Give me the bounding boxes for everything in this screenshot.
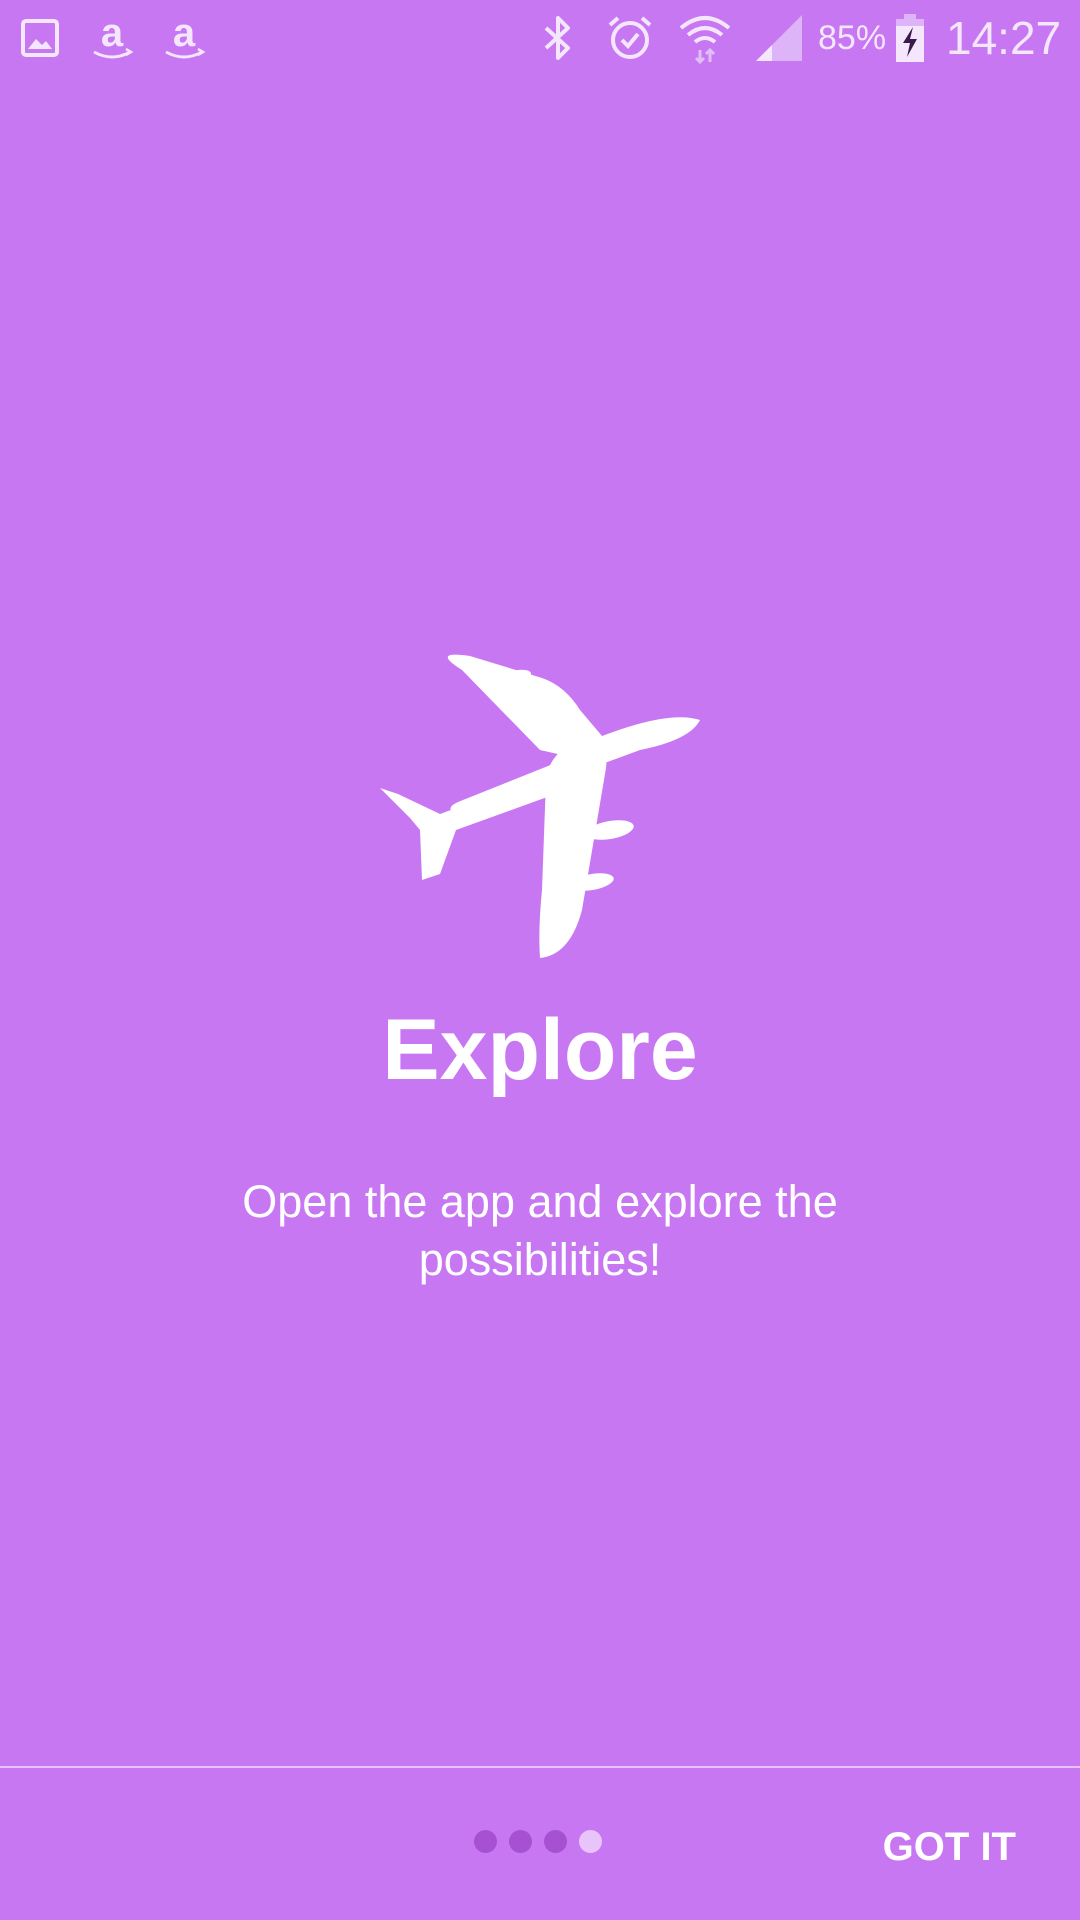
alarm-icon [604, 0, 656, 76]
amazon-icon: a [158, 0, 210, 76]
signal-icon [752, 0, 806, 76]
wifi-icon [676, 0, 734, 76]
svg-text:a: a [101, 12, 124, 55]
bluetooth-icon [536, 0, 580, 76]
clock-time: 14:27 [946, 12, 1062, 64]
svg-text:a: a [173, 12, 196, 55]
battery-percent: 85% [818, 19, 887, 57]
page-indicator [474, 1830, 602, 1854]
got-it-button[interactable]: GOT IT [867, 1812, 1032, 1882]
gallery-icon [18, 0, 62, 76]
page-dot-active[interactable] [579, 1830, 602, 1853]
page-dot[interactable] [544, 1830, 567, 1853]
footer-divider [0, 1766, 1080, 1768]
status-bar: a a 85% 14:27 [0, 0, 1080, 76]
amazon-icon: a [86, 0, 138, 76]
intro-description: Open the app and explore the possibiliti… [242, 1176, 838, 1285]
intro-title: Explore [382, 1002, 698, 1098]
airplane-icon [370, 650, 710, 970]
page-dot[interactable] [509, 1830, 532, 1853]
page-dot[interactable] [474, 1830, 497, 1853]
battery-charging-icon [892, 0, 928, 76]
